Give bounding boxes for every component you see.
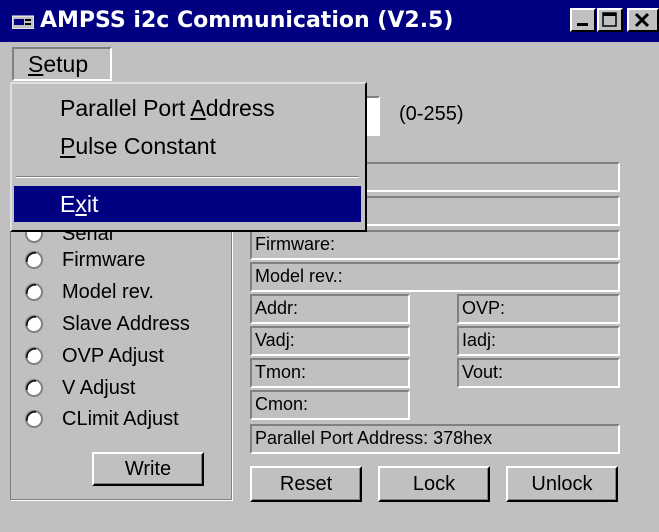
radio-label: Firmware <box>62 249 146 271</box>
menu-setup-mnemonic: S <box>28 51 44 77</box>
menu-item-mnemonic: A <box>190 95 206 121</box>
menu-item-text: Parallel Port <box>60 95 191 121</box>
lock-button[interactable]: Lock <box>378 466 490 502</box>
menu-item-mnemonic: x <box>75 191 87 217</box>
menu-item-text: ddress <box>205 95 275 121</box>
vout-field: Vout: <box>457 358 620 388</box>
radio-icon <box>25 251 43 269</box>
radio-icon <box>25 410 43 428</box>
menu-item-text: it <box>86 191 99 217</box>
range-label: (0-255) <box>399 103 464 125</box>
cmon-field: Cmon: <box>250 390 410 420</box>
addr-field: Addr: <box>250 294 410 324</box>
menu-item-text: E <box>60 191 76 217</box>
menu-item-parallel-port-address[interactable]: Parallel Port Address <box>14 90 361 126</box>
write-button[interactable]: Write <box>92 452 204 486</box>
menu-setup[interactable]: Setup <box>12 47 112 81</box>
menu-item-exit[interactable]: Exit <box>14 186 361 222</box>
minimize-icon <box>577 23 588 26</box>
app-icon <box>12 15 34 29</box>
maximize-button[interactable] <box>597 8 623 32</box>
menu-separator <box>16 176 359 178</box>
radio-label: OVP Adjust <box>62 345 164 367</box>
menu-item-pulse-constant[interactable]: Pulse Constant <box>14 128 361 164</box>
radio-label: Model rev. <box>62 281 154 303</box>
firmware-field: Firmware: <box>250 230 620 260</box>
setup-dropdown-menu: Parallel Port Address Pulse Constant Exi… <box>10 82 367 232</box>
minimize-button[interactable] <box>570 8 596 32</box>
menu-item-text: ulse Constant <box>75 133 216 159</box>
parallel-port-field: Parallel Port Address: 378hex <box>250 424 620 454</box>
iadj-field: Iadj: <box>457 326 620 356</box>
ovp-field: OVP: <box>457 294 620 324</box>
tmon-field: Tmon: <box>250 358 410 388</box>
menu-item-mnemonic: P <box>60 133 76 159</box>
radio-icon <box>25 379 43 397</box>
maximize-icon <box>602 12 617 27</box>
vadj-field: Vadj: <box>250 326 410 356</box>
menu-setup-label: etup <box>43 51 89 77</box>
close-button[interactable] <box>627 8 659 32</box>
radio-icon <box>25 283 43 301</box>
radio-icon <box>25 347 43 365</box>
radio-label: V Adjust <box>62 377 136 399</box>
reset-button[interactable]: Reset <box>250 466 362 502</box>
window-title: AMPSS i2c Communication (V2.5) <box>40 8 454 33</box>
radio-label: Slave Address <box>62 313 190 335</box>
close-icon <box>634 12 650 28</box>
unlock-button[interactable]: Unlock <box>506 466 618 502</box>
radio-icon <box>25 315 43 333</box>
radio-label: CLimit Adjust <box>62 408 179 430</box>
model-rev-field: Model rev.: <box>250 262 620 292</box>
